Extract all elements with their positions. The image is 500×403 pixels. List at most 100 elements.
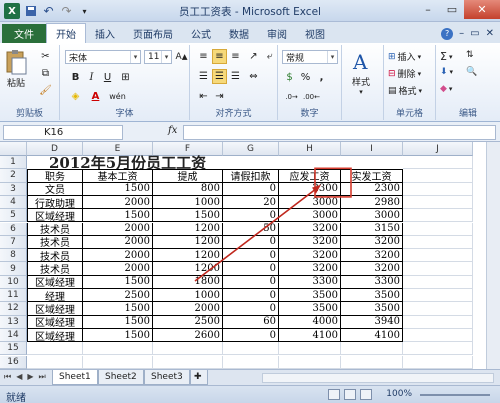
job-title-cell[interactable]: 文员 — [27, 182, 83, 196]
value-cell[interactable]: 3200 — [279, 262, 341, 276]
table-header-cell[interactable]: 提成 — [153, 169, 223, 183]
font-name-select[interactable]: 宋体 ▾ — [65, 50, 141, 64]
last-sheet-icon[interactable]: ⏭ — [39, 372, 46, 382]
value-cell[interactable]: 800 — [153, 182, 223, 196]
align-bottom-icon[interactable]: ≡ — [228, 49, 243, 64]
minimize-button[interactable]: – — [416, 0, 440, 19]
row-header[interactable]: 9 — [0, 262, 27, 276]
empty-cell[interactable] — [279, 342, 341, 356]
empty-cell[interactable] — [403, 262, 473, 276]
close-workbook-icon[interactable]: ✕ — [486, 28, 494, 39]
empty-cell[interactable] — [403, 235, 473, 250]
table-header-cell[interactable]: 请假扣款 — [223, 169, 279, 183]
value-cell[interactable]: 1500 — [83, 182, 153, 196]
value-cell[interactable]: 4100 — [279, 328, 341, 343]
sort-filter-button[interactable]: ⇅ — [466, 50, 474, 60]
row-header[interactable]: 1 — [0, 156, 27, 170]
align-center-icon[interactable]: ☰ — [212, 69, 227, 84]
empty-cell[interactable] — [341, 342, 403, 356]
row-header[interactable]: 12 — [0, 302, 27, 316]
value-cell[interactable]: 3150 — [341, 222, 403, 236]
value-cell[interactable]: 0 — [223, 235, 279, 250]
cut-icon[interactable]: ✂ — [38, 49, 53, 64]
value-cell[interactable]: 0 — [223, 262, 279, 276]
empty-cell[interactable] — [403, 315, 473, 329]
bold-icon[interactable]: B — [68, 70, 83, 85]
tab-review[interactable]: 审阅 — [258, 24, 296, 43]
paste-button[interactable]: 粘贴 — [4, 48, 28, 89]
format-cells-button[interactable]: ▤ 格式 ▾ — [388, 84, 422, 98]
value-cell[interactable]: 3200 — [279, 249, 341, 263]
value-cell[interactable]: 1500 — [83, 302, 153, 316]
font-size-select[interactable]: 11 ▾ — [144, 50, 172, 64]
value-cell[interactable]: 0 — [223, 249, 279, 263]
zoom-slider[interactable] — [420, 394, 490, 396]
job-title-cell[interactable]: 区域经理 — [27, 209, 83, 223]
row-header[interactable]: 15 — [0, 342, 27, 356]
format-painter-icon[interactable]: 🖌 — [38, 83, 53, 98]
currency-icon[interactable]: $ — [282, 70, 297, 85]
value-cell[interactable]: 0 — [223, 289, 279, 303]
delete-cells-button[interactable]: ⊟ 删除 ▾ — [388, 67, 421, 81]
value-cell[interactable]: 3500 — [279, 289, 341, 303]
row-header[interactable]: 16 — [0, 355, 27, 369]
styles-button[interactable]: A 样式 ▾ — [348, 49, 374, 96]
value-cell[interactable]: 1500 — [83, 275, 153, 289]
number-format-select[interactable]: 常规 ▾ — [282, 50, 338, 64]
next-sheet-icon[interactable]: ▶ — [27, 372, 33, 382]
value-cell[interactable]: 3000 — [279, 195, 341, 210]
job-title-cell[interactable]: 技术员 — [27, 222, 83, 236]
value-cell[interactable]: 2980 — [341, 195, 403, 210]
merge-center-icon[interactable]: ⇔ — [246, 69, 261, 84]
align-left-icon[interactable]: ☰ — [196, 69, 211, 84]
table-header-cell[interactable]: 基本工资 — [83, 169, 153, 183]
value-cell[interactable]: 3000 — [279, 209, 341, 223]
value-cell[interactable]: 1200 — [153, 249, 223, 263]
empty-cell[interactable] — [403, 249, 473, 263]
align-top-icon[interactable]: ≡ — [196, 49, 211, 64]
close-button[interactable]: ✕ — [464, 0, 500, 19]
row-header[interactable]: 10 — [0, 275, 27, 289]
prev-sheet-icon[interactable]: ◀ — [16, 372, 22, 382]
autosum-button[interactable]: Σ ▾ — [440, 50, 452, 63]
phonetic-icon[interactable]: wén — [109, 89, 126, 104]
value-cell[interactable]: 3940 — [341, 315, 403, 329]
row-header[interactable]: 4 — [0, 195, 27, 210]
formula-input[interactable] — [183, 125, 496, 140]
value-cell[interactable]: 2000 — [83, 235, 153, 250]
job-title-cell[interactable]: 区域经理 — [27, 315, 83, 329]
vertical-scrollbar[interactable] — [486, 142, 500, 369]
column-header[interactable]: H — [279, 142, 341, 156]
percent-icon[interactable]: % — [298, 70, 313, 85]
value-cell[interactable]: 2000 — [83, 262, 153, 276]
job-title-cell[interactable]: 区域经理 — [27, 275, 83, 289]
job-title-cell[interactable]: 技术员 — [27, 249, 83, 263]
value-cell[interactable]: 0 — [223, 275, 279, 289]
italic-icon[interactable]: I — [84, 70, 99, 85]
find-select-button[interactable]: 🔍 — [466, 67, 477, 77]
row-header[interactable]: 3 — [0, 182, 27, 196]
value-cell[interactable]: 3200 — [279, 235, 341, 250]
name-box[interactable]: K16 — [3, 125, 123, 140]
empty-cell[interactable] — [403, 328, 473, 343]
empty-cell[interactable] — [223, 342, 279, 356]
value-cell[interactable]: 2300 — [279, 182, 341, 196]
empty-cell[interactable] — [403, 342, 473, 356]
empty-cell[interactable] — [403, 209, 473, 223]
empty-cell[interactable] — [27, 342, 83, 356]
font-color-icon[interactable]: A — [88, 89, 103, 104]
value-cell[interactable]: 1000 — [153, 289, 223, 303]
empty-cell[interactable] — [83, 355, 153, 369]
first-sheet-icon[interactable]: ⏮ — [4, 372, 11, 382]
row-header[interactable]: 2 — [0, 169, 27, 183]
value-cell[interactable]: 4100 — [341, 328, 403, 343]
job-title-cell[interactable]: 区域经理 — [27, 302, 83, 316]
value-cell[interactable]: 3200 — [341, 262, 403, 276]
decrease-decimal-icon[interactable]: .00← — [303, 89, 320, 104]
value-cell[interactable]: 0 — [223, 182, 279, 196]
tab-insert[interactable]: 插入 — [86, 24, 124, 43]
table-header-cell[interactable]: 职务 — [27, 169, 83, 183]
select-all-corner[interactable] — [0, 142, 27, 156]
row-header[interactable]: 7 — [0, 235, 27, 250]
empty-cell[interactable] — [403, 302, 473, 316]
